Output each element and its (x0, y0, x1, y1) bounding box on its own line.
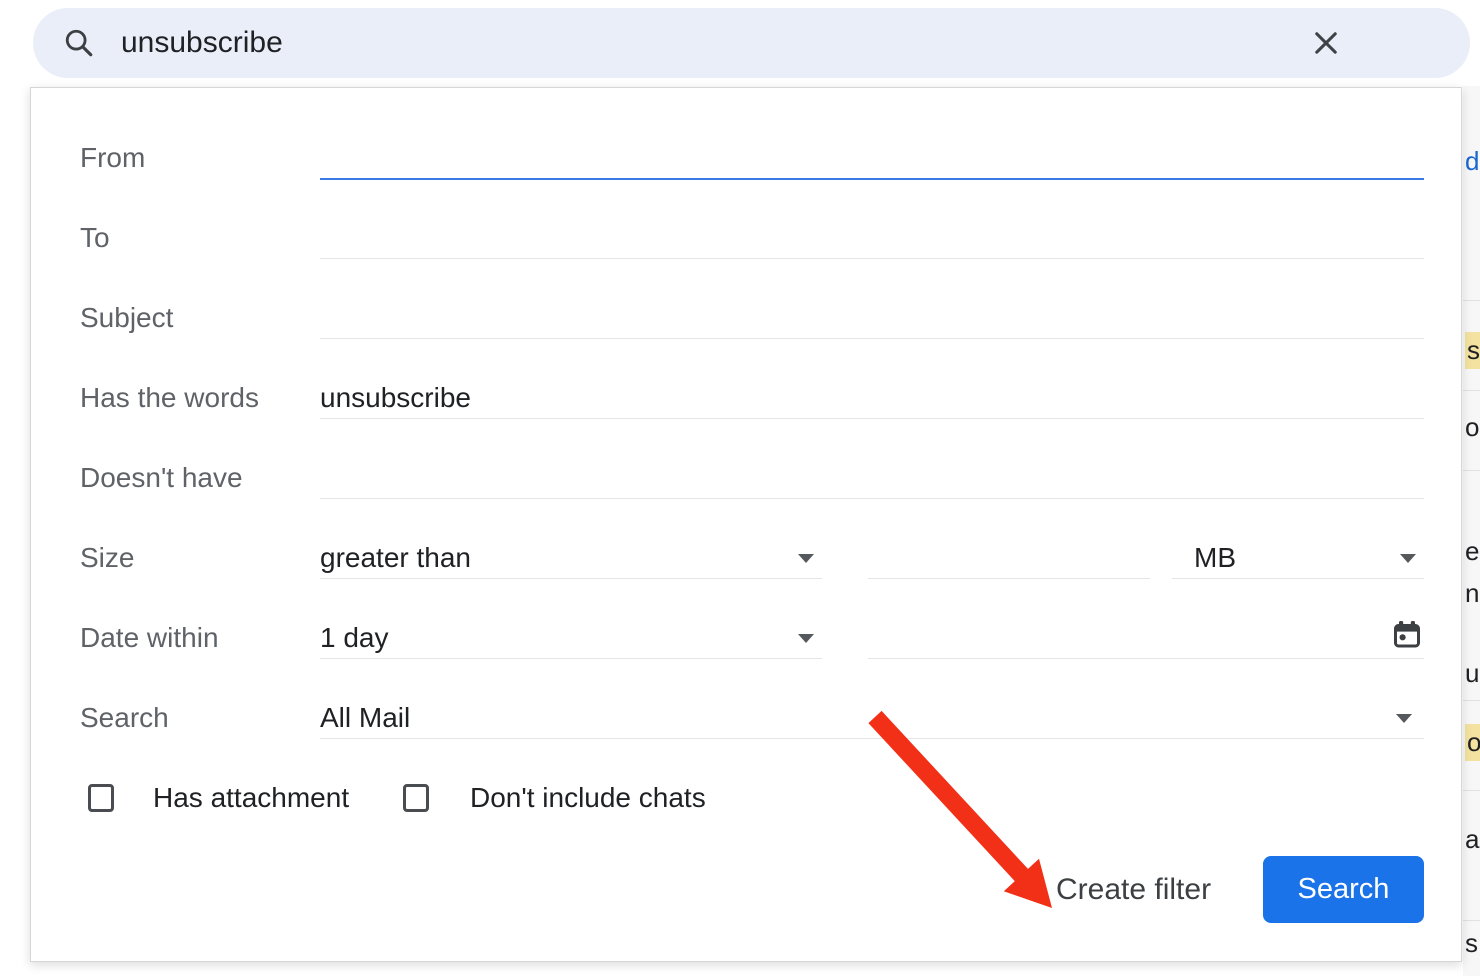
close-icon[interactable] (1306, 23, 1346, 63)
has-attachment-checkbox[interactable] (88, 784, 114, 812)
chevron-down-icon (798, 554, 814, 563)
calendar-icon[interactable] (1392, 620, 1422, 657)
date-field-underline (868, 618, 1424, 659)
date-range-value: 1 day (320, 622, 389, 654)
size-amount-underline (868, 538, 1150, 579)
has-words-label: Has the words (80, 382, 259, 414)
doesnt-have-label: Doesn't have (80, 462, 243, 494)
background-mail-list-strip: d s o e n u o a s (1463, 86, 1480, 976)
from-label: From (80, 142, 145, 174)
size-label: Size (80, 542, 134, 574)
clipped-text-fragment: s (1465, 928, 1478, 959)
list-divider (1463, 470, 1480, 471)
size-unit-select[interactable]: MB (1172, 538, 1424, 579)
search-scope-value: All Mail (320, 702, 410, 734)
search-icon (62, 26, 96, 60)
search-button[interactable]: Search (1263, 856, 1424, 923)
has-words-input[interactable] (320, 378, 1424, 418)
search-input[interactable] (119, 25, 1250, 61)
chevron-down-icon (1400, 554, 1416, 563)
size-operator-select[interactable]: greater than (320, 538, 822, 579)
date-within-label: Date within (80, 622, 219, 654)
list-divider (1463, 700, 1480, 701)
clipped-text-fragment: o (1465, 412, 1479, 443)
clipped-text-fragment: u (1465, 658, 1479, 689)
doesnt-have-field-underline (320, 458, 1424, 499)
chevron-down-icon (798, 634, 814, 643)
date-input[interactable] (868, 618, 1424, 658)
clipped-text-fragment: o (1465, 724, 1480, 761)
from-input[interactable] (320, 138, 1424, 178)
clipped-text-fragment: d (1465, 146, 1479, 177)
list-divider (1463, 390, 1480, 391)
search-scope-select[interactable]: All Mail (320, 698, 1424, 739)
clipped-text-fragment: e (1465, 536, 1479, 567)
to-input[interactable] (320, 218, 1424, 258)
size-amount-input[interactable] (868, 538, 1150, 578)
dont-include-chats-checkbox[interactable] (403, 784, 429, 812)
has-attachment-label: Has attachment (153, 782, 349, 814)
chevron-down-icon (1396, 714, 1412, 723)
size-unit-value: MB (1172, 542, 1236, 574)
clipped-text-fragment: a (1465, 824, 1479, 855)
clipped-text-fragment: s (1465, 332, 1480, 369)
search-scope-label: Search (80, 702, 169, 734)
from-field-underline (320, 138, 1424, 180)
size-operator-value: greater than (320, 542, 471, 574)
doesnt-have-input[interactable] (320, 458, 1424, 498)
dont-include-chats-label: Don't include chats (470, 782, 706, 814)
advanced-search-panel: From To Subject Has the words Doesn't ha… (30, 87, 1462, 962)
clipped-text-fragment: n (1465, 578, 1479, 609)
list-divider (1463, 920, 1480, 921)
create-filter-button[interactable]: Create filter (1036, 860, 1231, 920)
to-field-underline (320, 218, 1424, 259)
list-divider (1463, 790, 1480, 791)
to-label: To (80, 222, 110, 254)
date-range-select[interactable]: 1 day (320, 618, 822, 659)
subject-label: Subject (80, 302, 173, 334)
gmail-search-filter-screen: d s o e n u o a s From To Subject Has th… (0, 0, 1480, 976)
subject-field-underline (320, 298, 1424, 339)
subject-input[interactable] (320, 298, 1424, 338)
has-words-field-underline (320, 378, 1424, 419)
list-divider (1463, 300, 1480, 301)
search-bar[interactable] (33, 8, 1470, 78)
